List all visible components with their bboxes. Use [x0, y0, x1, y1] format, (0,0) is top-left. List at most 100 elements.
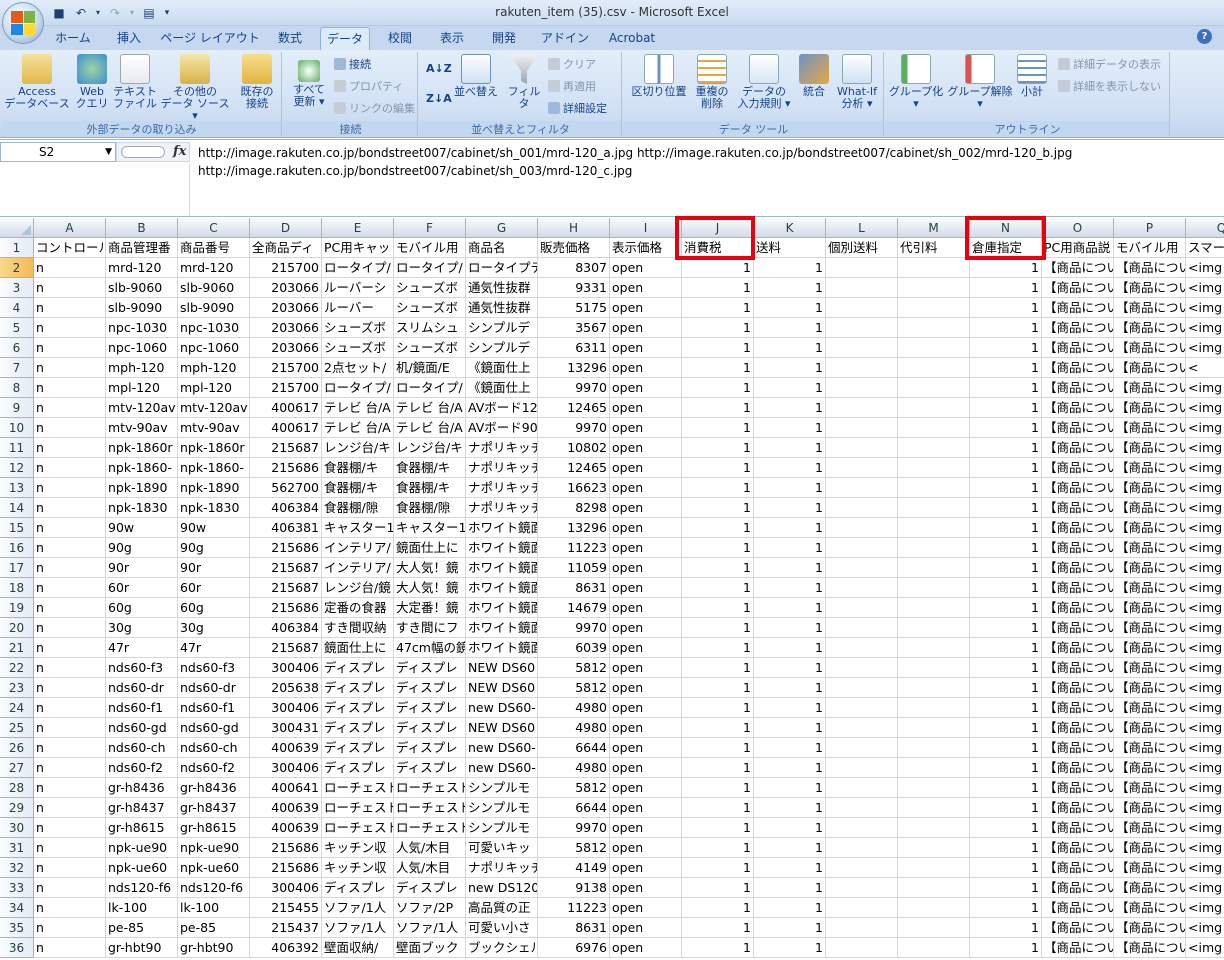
- table-cell[interactable]: n: [34, 578, 106, 598]
- table-cell[interactable]: 【商品につい: [1042, 798, 1114, 818]
- table-cell[interactable]: <img s: [1186, 558, 1224, 578]
- table-cell[interactable]: pe-85: [178, 918, 250, 938]
- table-cell[interactable]: 1: [754, 258, 826, 278]
- table-cell[interactable]: 【商品につい: [1042, 698, 1114, 718]
- group-button[interactable]: グループ化 ▾: [888, 54, 944, 110]
- table-cell[interactable]: 1: [754, 718, 826, 738]
- table-cell[interactable]: 1: [682, 838, 754, 858]
- table-cell[interactable]: 215686: [250, 838, 322, 858]
- table-cell[interactable]: open: [610, 438, 682, 458]
- table-cell[interactable]: 1: [970, 918, 1042, 938]
- tab-review[interactable]: 校閲: [378, 27, 422, 50]
- table-cell[interactable]: 1: [970, 738, 1042, 758]
- row-header[interactable]: 26: [0, 738, 34, 758]
- table-cell[interactable]: 【商品につい: [1042, 378, 1114, 398]
- table-cell[interactable]: 【商品につい: [1114, 478, 1186, 498]
- table-cell[interactable]: n: [34, 758, 106, 778]
- row-header[interactable]: 28: [0, 778, 34, 798]
- table-cell[interactable]: 壁面ブック: [394, 938, 466, 958]
- table-cell[interactable]: <img: [1186, 398, 1224, 418]
- table-cell[interactable]: 1: [754, 438, 826, 458]
- table-cell[interactable]: 12465: [538, 398, 610, 418]
- table-cell[interactable]: 5812: [538, 678, 610, 698]
- table-cell[interactable]: 1: [682, 318, 754, 338]
- table-cell[interactable]: ホワイト鏡面: [466, 518, 538, 538]
- column-header[interactable]: N: [970, 218, 1042, 238]
- table-cell[interactable]: npc-1060: [106, 338, 178, 358]
- table-cell[interactable]: open: [610, 658, 682, 678]
- table-cell[interactable]: gr-hbt90: [106, 938, 178, 958]
- table-cell[interactable]: open: [610, 418, 682, 438]
- table-cell[interactable]: 可愛い小さ: [466, 918, 538, 938]
- table-cell[interactable]: 1: [682, 598, 754, 618]
- table-cell[interactable]: <img: [1186, 818, 1224, 838]
- table-cell[interactable]: ロータイプ/: [394, 258, 466, 278]
- table-cell[interactable]: ロータイプ/: [322, 258, 394, 278]
- sort-asc-button[interactable]: A↓Z: [426, 62, 452, 76]
- table-cell[interactable]: [898, 538, 970, 558]
- refresh-all-button[interactable]: すべて 更新 ▾: [288, 60, 330, 108]
- table-cell[interactable]: open: [610, 638, 682, 658]
- table-cell[interactable]: mph-120: [106, 358, 178, 378]
- table-cell[interactable]: [826, 618, 898, 638]
- table-cell[interactable]: <img: [1186, 638, 1224, 658]
- table-cell[interactable]: AVボード90: [466, 418, 538, 438]
- table-cell[interactable]: slb-9060: [178, 278, 250, 298]
- header-cell[interactable]: 送料: [754, 238, 826, 258]
- table-cell[interactable]: npk-1860-: [106, 458, 178, 478]
- header-cell[interactable]: 消費税: [682, 238, 754, 258]
- table-cell[interactable]: 1: [754, 358, 826, 378]
- table-cell[interactable]: 11223: [538, 898, 610, 918]
- table-cell[interactable]: 406384: [250, 618, 322, 638]
- table-cell[interactable]: 1: [682, 538, 754, 558]
- ungroup-button[interactable]: グループ解除 ▾: [946, 54, 1014, 110]
- table-cell[interactable]: [898, 858, 970, 878]
- filter-button[interactable]: フィルタ: [504, 54, 544, 110]
- tab-acrobat[interactable]: Acrobat: [604, 27, 660, 50]
- table-cell[interactable]: n: [34, 418, 106, 438]
- table-cell[interactable]: NEW DS60: [466, 678, 538, 698]
- table-cell[interactable]: mtv-120av: [106, 398, 178, 418]
- table-cell[interactable]: 【商品につい: [1042, 918, 1114, 938]
- table-cell[interactable]: 1: [754, 378, 826, 398]
- remove-duplicates-button[interactable]: 重複の 削除: [692, 54, 732, 110]
- row-header[interactable]: 21: [0, 638, 34, 658]
- table-cell[interactable]: n: [34, 698, 106, 718]
- table-cell[interactable]: [826, 798, 898, 818]
- table-cell[interactable]: 562700: [250, 478, 322, 498]
- table-cell[interactable]: 【商品につい: [1114, 818, 1186, 838]
- table-cell[interactable]: gr-hbt90: [178, 938, 250, 958]
- table-cell[interactable]: [898, 378, 970, 398]
- table-cell[interactable]: 1: [970, 558, 1042, 578]
- row-header[interactable]: 13: [0, 478, 34, 498]
- table-cell[interactable]: ホワイト鏡面: [466, 538, 538, 558]
- table-cell[interactable]: 90g: [106, 538, 178, 558]
- table-cell[interactable]: 【商品につい: [1042, 638, 1114, 658]
- table-cell[interactable]: [826, 538, 898, 558]
- table-cell[interactable]: NEW DS60: [466, 658, 538, 678]
- table-cell[interactable]: 【商品につい: [1042, 318, 1114, 338]
- table-cell[interactable]: <img: [1186, 798, 1224, 818]
- table-cell[interactable]: 【商品につい: [1114, 338, 1186, 358]
- row-header[interactable]: 1: [0, 238, 34, 258]
- table-cell[interactable]: nds60-gd: [106, 718, 178, 738]
- row-header[interactable]: 8: [0, 378, 34, 398]
- table-cell[interactable]: 1: [970, 858, 1042, 878]
- row-header[interactable]: 25: [0, 718, 34, 738]
- table-cell[interactable]: [826, 838, 898, 858]
- table-cell[interactable]: <img: [1186, 438, 1224, 458]
- table-cell[interactable]: n: [34, 438, 106, 458]
- table-cell[interactable]: mtv-90av: [106, 418, 178, 438]
- table-cell[interactable]: 16623: [538, 478, 610, 498]
- table-cell[interactable]: 400639: [250, 798, 322, 818]
- table-cell[interactable]: 215687: [250, 578, 322, 598]
- reapply-button[interactable]: 再適用: [548, 80, 596, 94]
- header-cell[interactable]: 倉庫指定: [970, 238, 1042, 258]
- table-cell[interactable]: 【商品につい: [1114, 558, 1186, 578]
- table-cell[interactable]: 90w: [106, 518, 178, 538]
- table-cell[interactable]: <img: [1186, 838, 1224, 858]
- text-file-button[interactable]: テキスト ファイル: [112, 54, 158, 110]
- table-cell[interactable]: mrd-120: [178, 258, 250, 278]
- table-cell[interactable]: npk-ue90: [106, 838, 178, 858]
- table-cell[interactable]: [826, 558, 898, 578]
